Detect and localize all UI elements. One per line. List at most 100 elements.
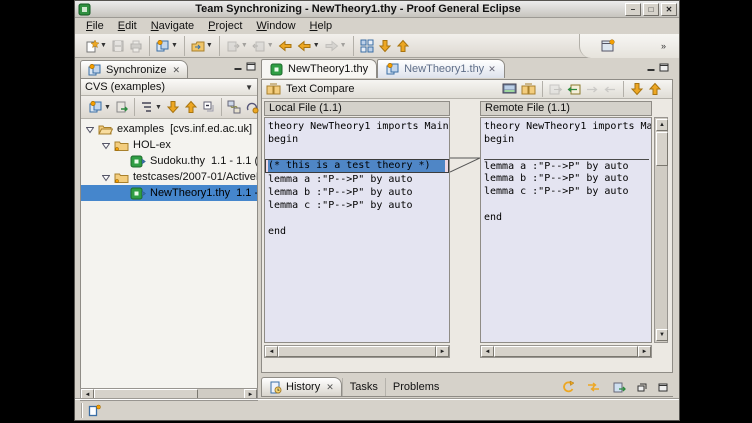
local-file-pane[interactable]: theory NewTheory1 imports Mainbegin (* t…: [264, 117, 450, 343]
scroll-right-icon[interactable]: ►: [638, 346, 651, 357]
forward-button: ▼: [322, 38, 349, 54]
editor-tabbar: NewTheory1.thyNewTheory1.thy✕: [261, 59, 673, 79]
pin-icon: [612, 381, 626, 394]
close-icon[interactable]: ✕: [488, 64, 496, 75]
maximize-view-icon[interactable]: [246, 62, 256, 71]
view-restore-button[interactable]: [635, 382, 649, 393]
minimize-view-icon[interactable]: [233, 62, 243, 71]
tab-label: History: [286, 381, 320, 393]
code-line: begin: [484, 133, 651, 146]
editor-tabs: NewTheory1.thyNewTheory1.thy✕: [261, 60, 505, 77]
schedule-button[interactable]: [243, 99, 261, 115]
remote-file-pane[interactable]: theory NewTheory1 imports Mainbegin lemm…: [480, 117, 652, 343]
menu-project[interactable]: Project: [201, 19, 249, 34]
tree-expander-icon[interactable]: [102, 141, 110, 149]
diff-connector-gutter: [450, 117, 480, 343]
scroll-left-icon[interactable]: ◄: [481, 346, 494, 357]
tab-tasks[interactable]: Tasks: [342, 378, 385, 396]
close-icon[interactable]: ✕: [326, 382, 334, 393]
menu-navigate[interactable]: Navigate: [144, 19, 201, 34]
tab-synchronize-label: Synchronize: [106, 64, 167, 76]
tab-problems[interactable]: Problems: [385, 378, 446, 396]
switch-orientation-icon: [502, 83, 517, 96]
tab-synchronize[interactable]: Synchronize ✕: [80, 60, 188, 79]
remote-hscrollbar[interactable]: ◄ ►: [480, 345, 652, 358]
perspective-overflow-chevron[interactable]: »: [621, 41, 671, 51]
link-refresh-button[interactable]: [584, 379, 603, 395]
collapse-all-button[interactable]: [200, 99, 218, 115]
save-button: [109, 38, 127, 54]
scrollbar-thumb[interactable]: [278, 346, 436, 357]
link-editor-button[interactable]: [225, 99, 243, 115]
collapse-grid-button[interactable]: [358, 38, 376, 54]
scroll-up-icon[interactable]: ▲: [656, 119, 668, 131]
maximize-button[interactable]: □: [643, 3, 659, 16]
tab-history[interactable]: History ✕: [261, 377, 342, 396]
toolbar-group: ▼: [79, 36, 150, 56]
dropdown-arrow-icon[interactable]: ▼: [104, 104, 111, 111]
close-button[interactable]: ✕: [661, 3, 677, 16]
editor-tab-2[interactable]: NewTheory1.thy✕: [377, 59, 505, 78]
checkin-button[interactable]: [113, 99, 131, 115]
tree-item-testcases-2007-01-activeeditorv[interactable]: testcases/2007-01/ActiveEditorV: [81, 169, 257, 185]
titlebar[interactable]: Team Synchronizing - NewTheory1.thy - Pr…: [75, 1, 679, 18]
previous-difference-button[interactable]: [646, 81, 664, 97]
local-hscrollbar[interactable]: ◄ ►: [264, 345, 450, 358]
view-maximize-button[interactable]: [656, 382, 670, 393]
dropdown-arrow-icon[interactable]: ▼: [155, 104, 162, 111]
dropdown-arrow-icon[interactable]: ▼: [241, 42, 248, 49]
team-synchronizing-perspective-button[interactable]: »: [593, 34, 679, 58]
synchronize-button[interactable]: ▼: [154, 38, 180, 54]
new-wizard-button[interactable]: ▼: [83, 38, 109, 54]
arrow-down-button[interactable]: [164, 99, 182, 115]
arrow-down-button[interactable]: [376, 38, 394, 54]
tree-item-examples[interactable]: examples[cvs.inf.ed.ac.uk]: [81, 121, 257, 137]
synchronize-button[interactable]: ▼: [87, 99, 113, 115]
arrow-up-button[interactable]: [394, 38, 412, 54]
back-button[interactable]: ▼: [295, 38, 322, 54]
back-button[interactable]: [276, 38, 295, 54]
menu-help[interactable]: Help: [303, 19, 340, 34]
menu-file[interactable]: File: [79, 19, 111, 34]
toolbar-group: ▼: [150, 36, 185, 56]
scrollbar-thumb[interactable]: [494, 346, 638, 357]
two-way-compare-button[interactable]: [519, 82, 538, 97]
tree-item-hol-ex[interactable]: HOL-ex: [81, 137, 257, 153]
dropdown-arrow-icon[interactable]: ▼: [206, 42, 213, 49]
scrollbar-thumb[interactable]: [656, 132, 668, 166]
close-icon[interactable]: ✕: [173, 65, 181, 76]
compare-icon: [266, 83, 281, 96]
editor-tab-1[interactable]: NewTheory1.thy: [261, 59, 377, 78]
folder-icon: [114, 139, 129, 152]
chevron-down-icon[interactable]: ▼: [245, 83, 253, 92]
tree-item-sudoku-thy[interactable]: Sudoku.thy1.1 - 1.1 (ASCII -: [81, 153, 257, 169]
switch-orientation-button[interactable]: [500, 82, 519, 97]
dropdown-arrow-icon[interactable]: ▼: [340, 42, 347, 49]
menu-edit[interactable]: Edit: [111, 19, 144, 34]
dropdown-arrow-icon[interactable]: ▼: [100, 42, 107, 49]
checkout-button[interactable]: ▼: [189, 38, 215, 54]
prover-status-icon[interactable]: [88, 404, 101, 417]
maximize-editor-icon[interactable]: [659, 63, 669, 72]
tree-expander-icon[interactable]: [86, 125, 94, 133]
scroll-right-icon[interactable]: ►: [436, 346, 449, 357]
copy-all-right-to-left-button[interactable]: [565, 82, 583, 97]
next-difference-button[interactable]: [628, 81, 646, 97]
tree-item-newtheory1-thy[interactable]: NewTheory1.thy1.1 - 1.1 (A: [81, 185, 257, 201]
menu-window[interactable]: Window: [249, 19, 302, 34]
tree-mode-button[interactable]: ▼: [138, 99, 164, 115]
scroll-down-icon[interactable]: ▼: [656, 329, 668, 341]
tree-expander-icon[interactable]: [102, 173, 110, 181]
minimize-button[interactable]: –: [625, 3, 641, 16]
synchronize-view-tabbar: Synchronize ✕: [80, 59, 258, 79]
arrow-up-button[interactable]: [182, 99, 200, 115]
dropdown-arrow-icon[interactable]: ▼: [171, 42, 178, 49]
dropdown-arrow-icon[interactable]: ▼: [267, 42, 274, 49]
remote-vscrollbar[interactable]: ▲ ▼: [654, 117, 668, 343]
scroll-left-icon[interactable]: ◄: [265, 346, 278, 357]
sync-scope-bar[interactable]: CVS (examples) ▼: [81, 79, 257, 96]
pin-button[interactable]: [610, 380, 628, 395]
dropdown-arrow-icon[interactable]: ▼: [313, 42, 320, 49]
minimize-editor-icon[interactable]: [646, 63, 656, 72]
refresh-button[interactable]: [559, 379, 577, 395]
